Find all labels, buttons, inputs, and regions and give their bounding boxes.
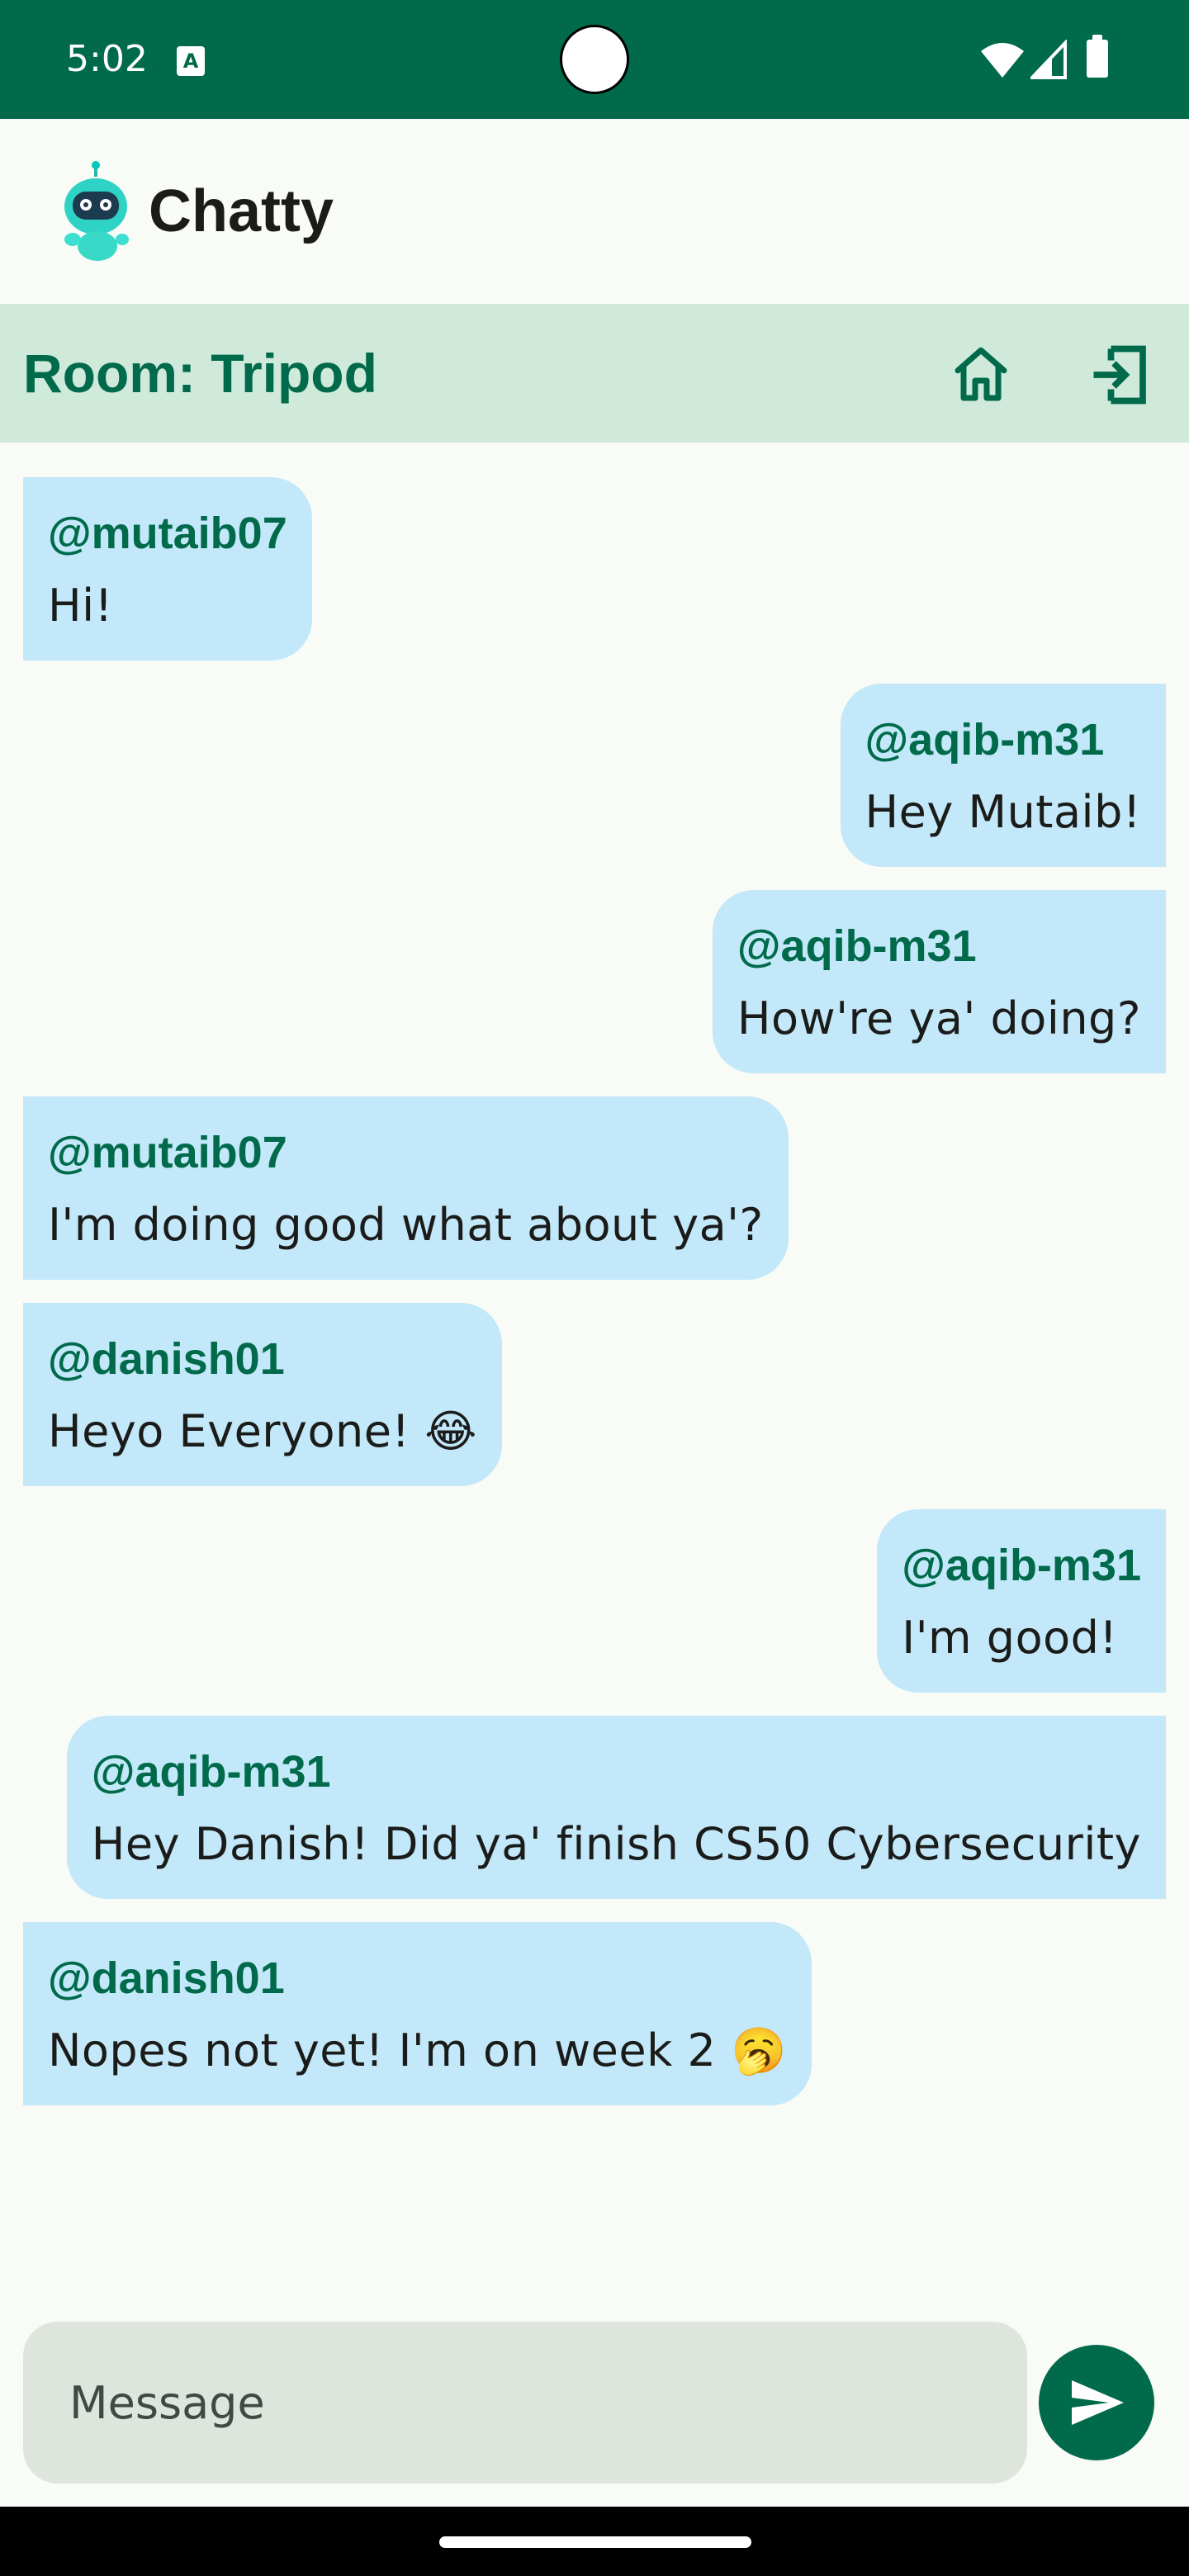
exit-icon[interactable]: [1085, 340, 1154, 410]
battery-icon: [1087, 35, 1108, 78]
message-bubble: @aqib-m31 I'm good!: [877, 1509, 1166, 1693]
robot-mascot-icon: [64, 161, 129, 261]
message-bubble: @danish01 Heyo Everyone! 😂: [23, 1303, 502, 1486]
app-title: Chatty: [149, 178, 334, 244]
message-sender: @danish01: [48, 1953, 285, 2003]
message-text: Heyo Everyone! 😂: [48, 1405, 477, 1457]
message-text: How're ya' doing?: [737, 992, 1141, 1044]
message-sender: @aqib-m31: [91, 1747, 331, 1797]
message-text: I'm good!: [902, 1612, 1118, 1664]
status-time: 5:02: [66, 38, 148, 80]
signal-icon: [1030, 40, 1067, 79]
message-bubble: @aqib-m31 How're ya' doing?: [712, 890, 1166, 1073]
room-title: Room: Tripod: [23, 343, 377, 404]
message-bubble: @aqib-m31 Hey Mutaib!: [840, 684, 1166, 867]
notification-a-icon: A: [177, 46, 205, 76]
send-icon: [1072, 2380, 1124, 2425]
message-text: Hey Mutaib!: [865, 786, 1141, 838]
message-sender: @aqib-m31: [737, 921, 977, 971]
status-bar: 5:02 A: [0, 0, 1189, 119]
message-bubble: @mutaib07 Hi!: [23, 477, 312, 661]
home-indicator[interactable]: [439, 2536, 751, 2548]
message-text: Hey Danish! Did ya' finish CS50 Cybersec…: [91, 1818, 1141, 1870]
message-sender: @aqib-m31: [865, 715, 1105, 765]
message-bubble: @mutaib07 I'm doing good what about ya'?: [23, 1096, 789, 1280]
message-text: I'm doing good what about ya'?: [48, 1199, 764, 1251]
message-bubble: @danish01 Nopes not yet! I'm on week 2 🥱: [23, 1922, 812, 2105]
message-sender: @mutaib07: [48, 509, 287, 558]
message-list[interactable]: @mutaib07 Hi! @aqib-m31 Hey Mutaib! @aqi…: [0, 443, 1189, 2308]
room-header: Room: Tripod: [0, 304, 1189, 443]
message-text: Hi!: [48, 580, 113, 632]
message-text: Nopes not yet! I'm on week 2 🥱: [48, 2024, 787, 2076]
message-sender: @aqib-m31: [902, 1541, 1141, 1590]
message-sender: @danish01: [48, 1334, 285, 1384]
message-bubble: @aqib-m31 Hey Danish! Did ya' finish CS5…: [66, 1716, 1166, 1899]
home-icon[interactable]: [946, 340, 1016, 410]
send-button[interactable]: [1039, 2345, 1154, 2460]
camera-cutout: [560, 25, 629, 94]
message-sender: @mutaib07: [48, 1128, 287, 1177]
navigation-bar: [0, 2507, 1189, 2576]
wifi-icon: [981, 43, 1024, 78]
message-input[interactable]: [23, 2322, 1027, 2484]
app-bar: Chatty: [0, 119, 1189, 304]
